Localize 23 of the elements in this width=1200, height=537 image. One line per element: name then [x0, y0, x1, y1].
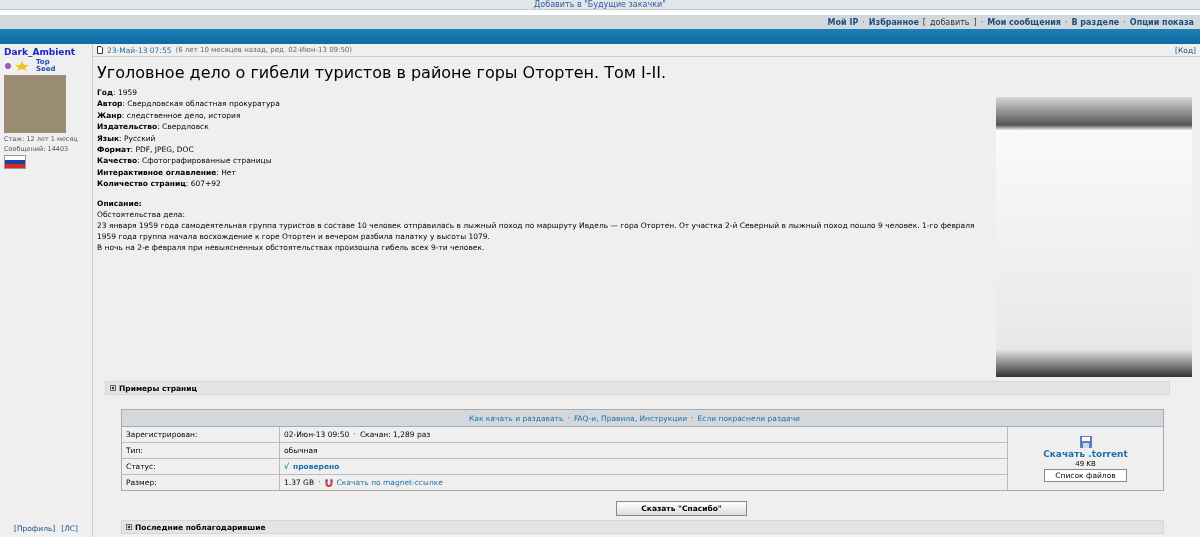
- link-separator: ·: [567, 413, 570, 423]
- nav-separator: ·: [980, 17, 984, 27]
- username-link[interactable]: Dark_Ambient: [4, 47, 88, 57]
- post-title: Уголовное дело о гибели туристов в районе горы Отортен. Том I-II.: [97, 63, 667, 82]
- separator: ·: [318, 478, 321, 487]
- nav-link[interactable]: Мои сообщения: [987, 17, 1061, 27]
- nav-link[interactable]: Мой IP: [827, 17, 859, 27]
- magnet-icon: [324, 478, 333, 487]
- separator: ·: [353, 430, 356, 439]
- document-icon: [97, 46, 103, 54]
- download-torrent-link[interactable]: Скачать .torrent: [1043, 448, 1128, 459]
- bracket-text: ]: [973, 17, 977, 27]
- nav-link[interactable]: Избранное: [868, 17, 919, 27]
- avatar-placeholder: [4, 75, 66, 133]
- link-separator: ·: [691, 413, 694, 423]
- bracket-text: [: [922, 17, 926, 27]
- nav-link[interactable]: Опции показа: [1129, 17, 1194, 27]
- flag-icon: [4, 155, 26, 169]
- nav-separator: ·: [1123, 17, 1126, 27]
- nav-separator: ·: [1064, 17, 1068, 27]
- add-link[interactable]: добавить: [929, 17, 970, 27]
- nav-separator: ·: [862, 17, 865, 27]
- nav-link[interactable]: В разделе: [1071, 17, 1120, 27]
